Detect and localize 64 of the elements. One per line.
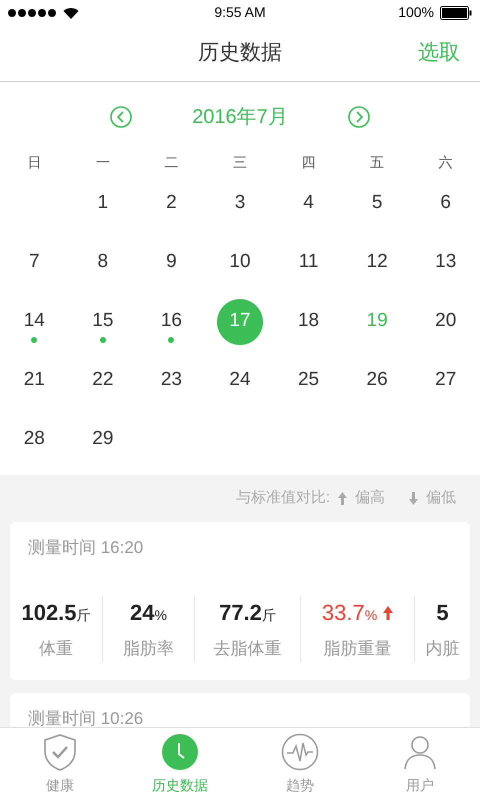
calendar-day[interactable]: 24 xyxy=(216,358,263,404)
metric-label: 体重 xyxy=(39,638,73,660)
calendar-day[interactable]: 25 xyxy=(286,358,332,404)
calendar-day[interactable]: 16 xyxy=(148,298,194,344)
legend-label: 与标准值对比: xyxy=(236,488,330,508)
month-label: 2016年7月 xyxy=(191,105,289,130)
previous-month-icon[interactable] xyxy=(110,106,132,128)
weekday-label: 三 xyxy=(232,153,248,172)
weekday-label: 一 xyxy=(94,153,111,172)
metric-value: 33.7% xyxy=(322,599,378,627)
calendar-day[interactable]: 28 xyxy=(11,416,58,462)
calendar-day[interactable]: 8 xyxy=(80,240,126,286)
next-month-icon[interactable] xyxy=(348,106,370,128)
metric-label: 去脂体重 xyxy=(214,638,282,660)
calendar-day[interactable]: 10 xyxy=(216,240,263,286)
metric-value: 24% xyxy=(130,599,167,627)
weekday-label: 六 xyxy=(438,153,454,172)
calendar-day[interactable]: 14 xyxy=(11,298,58,344)
weekday-label: 二 xyxy=(163,153,180,172)
calendar-day[interactable]: 5 xyxy=(354,180,400,226)
battery-icon xyxy=(440,6,472,20)
weekday-label: 四 xyxy=(300,153,317,172)
measure-time: 测量时间 16:20 xyxy=(28,537,144,560)
calendar-day[interactable]: 20 xyxy=(422,298,469,344)
calendar-day[interactable]: 15 xyxy=(80,298,126,344)
calendar-day[interactable]: 22 xyxy=(80,358,126,404)
metric-label: 脂肪重量 xyxy=(324,638,392,660)
calendar-day[interactable]: 26 xyxy=(354,358,400,404)
calendar-day[interactable]: 11 xyxy=(286,240,332,286)
shield-check-icon xyxy=(42,732,78,770)
calendar-day[interactable]: 21 xyxy=(11,358,58,404)
metric-value: 77.2斤 xyxy=(219,599,276,627)
up-arrow-icon xyxy=(338,492,347,505)
signal-icon xyxy=(8,8,58,16)
up-arrow-icon xyxy=(383,606,394,620)
measure-time: 测量时间 10:26 xyxy=(28,708,144,730)
status-time: 9:55 AM xyxy=(214,3,266,22)
calendar-day[interactable]: 29 xyxy=(80,416,126,462)
calendar-day[interactable]: 18 xyxy=(286,298,332,344)
calendar-day[interactable]: 7 xyxy=(11,240,58,286)
calendar-day[interactable]: 6 xyxy=(422,180,469,226)
calendar-day[interactable]: 13 xyxy=(422,240,469,286)
page-title: 历史数据 xyxy=(198,40,282,66)
calendar-day[interactable]: 9 xyxy=(148,240,194,286)
metric-label: 脂肪率 xyxy=(123,638,174,660)
metric-label: 内脏 xyxy=(426,638,460,660)
battery-percent: 100% xyxy=(398,3,434,22)
metric-value: 5 xyxy=(436,599,449,627)
calendar-day[interactable]: 4 xyxy=(286,180,332,226)
calendar-day[interactable]: 27 xyxy=(422,358,469,404)
clock-icon xyxy=(161,732,199,770)
calendar-day[interactable]: 12 xyxy=(354,240,400,286)
down-arrow-icon xyxy=(409,492,418,505)
calendar-day[interactable]: 23 xyxy=(148,358,194,404)
calendar-day[interactable]: 3 xyxy=(216,180,263,226)
calendar-day[interactable]: 1 xyxy=(80,180,126,226)
calendar-day[interactable]: 2 xyxy=(148,180,194,226)
metric-value: 102.5斤 xyxy=(21,599,91,627)
weekday-label: 五 xyxy=(369,153,386,172)
legend-high: 偏高 xyxy=(355,488,385,508)
legend-low: 偏低 xyxy=(426,488,456,508)
wifi-icon xyxy=(63,6,79,18)
pulse-icon xyxy=(281,732,319,770)
weekday-label: 日 xyxy=(26,153,42,172)
